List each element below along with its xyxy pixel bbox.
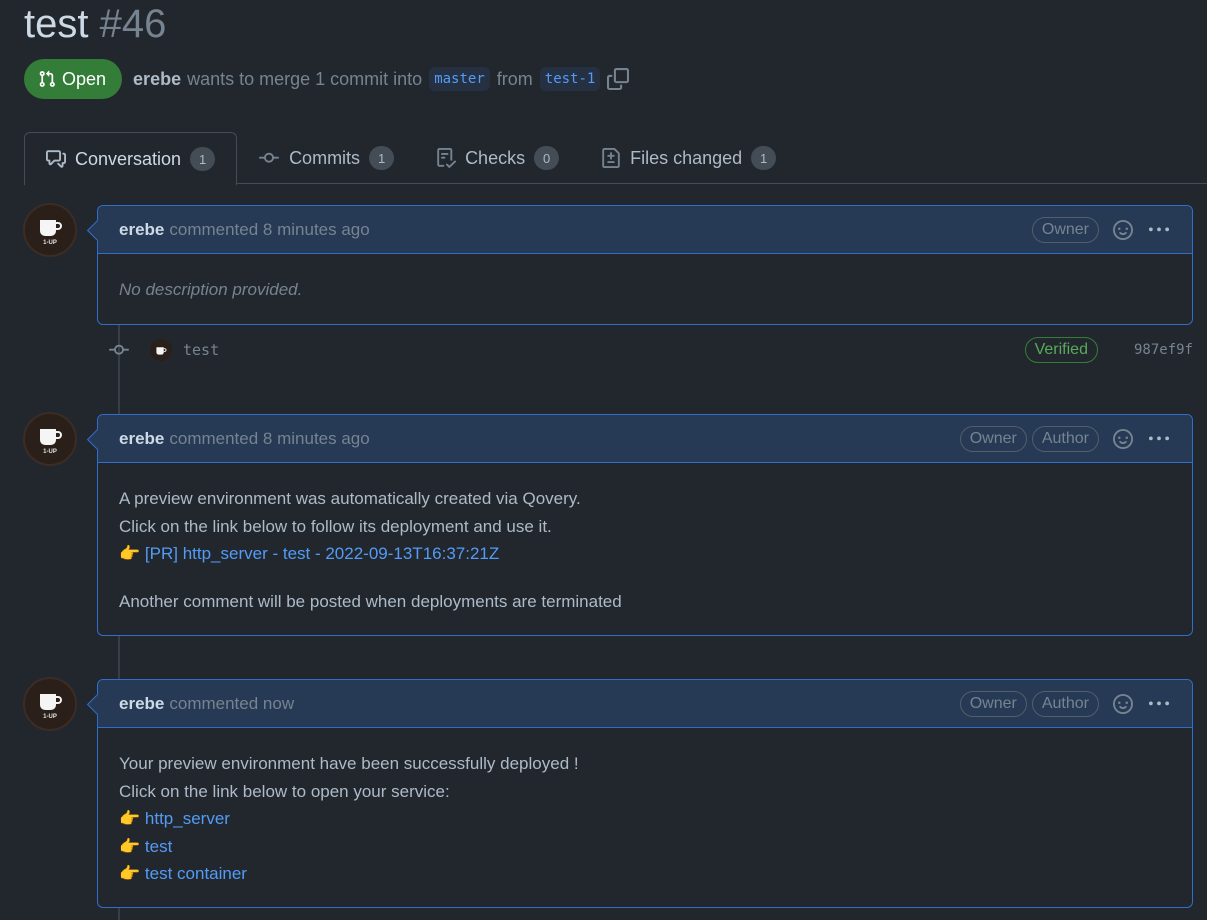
tab-counter: 0: [534, 146, 560, 170]
comment-timestamp[interactable]: commented 8 minutes ago: [169, 429, 369, 449]
author-badge: Author: [1031, 425, 1099, 452]
comment-discussion-icon: [46, 149, 66, 169]
comment-link-row: 👉 test container: [119, 860, 1171, 888]
comment-timestamp[interactable]: commented 8 minutes ago: [169, 220, 369, 240]
tab-commits[interactable]: Commits 1: [237, 132, 415, 184]
comment-header: erebe commented 8 minutes ago Owner: [98, 206, 1192, 254]
base-branch[interactable]: master: [429, 67, 490, 91]
kebab-horizontal-icon[interactable]: [1147, 429, 1171, 449]
timeline-line: [118, 908, 120, 920]
avatar[interactable]: 1-UP: [23, 203, 77, 257]
comment-author[interactable]: erebe: [119, 220, 164, 240]
comment-header: erebe commented now Owner Author: [98, 680, 1192, 728]
comment-actions: Owner: [1031, 216, 1171, 243]
tab-counter: 1: [751, 146, 777, 170]
smiley-icon[interactable]: [1113, 428, 1133, 449]
comment-body: Your preview environment have been succe…: [98, 728, 1192, 910]
commit-row: test Verified 987ef9f: [108, 336, 1193, 364]
comment-box: erebe commented 8 minutes ago Owner Auth…: [97, 414, 1193, 636]
comment-body: A preview environment was automatically …: [98, 463, 1192, 637]
pr-state-row: Open erebe wants to merge 1 commit into …: [24, 59, 630, 99]
comment-author[interactable]: erebe: [119, 429, 164, 449]
smiley-icon[interactable]: [1113, 693, 1133, 714]
comment-link-row: 👉 [PR] http_server - test - 2022-09-13T1…: [119, 540, 1171, 568]
author-badge: Author: [1031, 690, 1099, 717]
commit-author-avatar[interactable]: [150, 339, 172, 361]
comment-box: erebe commented 8 minutes ago Owner No d…: [97, 205, 1193, 325]
service-link-test-container[interactable]: test container: [145, 864, 247, 883]
commit-message[interactable]: test: [183, 341, 219, 359]
avatar[interactable]: 1-UP: [23, 412, 77, 466]
git-commit-icon: [108, 340, 130, 360]
comment-actions: Owner Author: [959, 690, 1171, 717]
pointing-hand-icon: 👉: [119, 864, 141, 883]
pointing-hand-icon: 👉: [119, 809, 141, 828]
tab-label: Commits: [289, 147, 361, 168]
tab-conversation[interactable]: Conversation 1: [24, 132, 238, 185]
timeline-line: [118, 636, 120, 680]
avatar[interactable]: 1-UP: [23, 677, 77, 731]
file-diff-icon: [601, 148, 621, 168]
comment-header: erebe commented 8 minutes ago Owner Auth…: [98, 415, 1192, 463]
pr-number: #46: [99, 2, 167, 46]
tab-counter: 1: [369, 146, 395, 170]
comment-actions: Owner Author: [959, 425, 1171, 452]
pr-author-link[interactable]: erebe: [133, 69, 181, 90]
owner-badge: Owner: [959, 425, 1027, 452]
kebab-horizontal-icon[interactable]: [1147, 694, 1171, 714]
open-state-badge: Open: [24, 59, 123, 99]
service-link-test[interactable]: test: [145, 837, 172, 856]
comment-box: erebe commented now Owner Author Your pr…: [97, 679, 1193, 908]
comment-link-row: 👉 http_server: [119, 805, 1171, 833]
avatar-label: 1-UP: [43, 448, 57, 455]
git-commit-icon: [258, 148, 280, 168]
merge-text: wants to merge 1 commit into: [187, 68, 423, 89]
head-branch[interactable]: test-1: [539, 67, 601, 91]
checklist-icon: [436, 148, 457, 168]
pr-tabs: Conversation 1 Commits 1 Checks 0 Files …: [24, 132, 1207, 185]
tab-label: Checks: [465, 147, 526, 168]
pr-title: test #46: [24, 2, 166, 46]
owner-badge: Owner: [1031, 216, 1099, 243]
copy-icon[interactable]: [607, 68, 630, 90]
owner-badge: Owner: [959, 690, 1027, 717]
preview-environment-link[interactable]: [PR] http_server - test - 2022-09-13T16:…: [145, 544, 499, 563]
smiley-icon[interactable]: [1113, 219, 1133, 240]
avatar-label: 1-UP: [43, 239, 57, 246]
tab-label: Files changed: [630, 147, 743, 168]
from-text: from: [496, 68, 533, 89]
service-link-http-server[interactable]: http_server: [145, 809, 230, 828]
merge-description: erebe wants to merge 1 commit into maste…: [133, 67, 630, 91]
pr-title-text: test: [24, 2, 89, 46]
comment-line: Another comment will be posted when depl…: [119, 591, 622, 611]
comment-line: Click on the link below to open your ser…: [119, 781, 450, 801]
comment-line: A preview environment was automatically …: [119, 489, 581, 508]
tab-files-changed[interactable]: Files changed 1: [580, 132, 797, 184]
tab-checks[interactable]: Checks 0: [415, 132, 580, 184]
pointing-hand-icon: 👉: [119, 544, 141, 563]
comment-line: Your preview environment have been succe…: [119, 754, 579, 773]
comment-body: No description provided.: [98, 254, 1192, 326]
avatar-label: 1-UP: [43, 713, 57, 720]
tab-label: Conversation: [75, 148, 182, 169]
comment-timestamp[interactable]: commented now: [169, 694, 294, 714]
git-pull-request-icon: [38, 70, 56, 88]
pointing-hand-icon: 👉: [119, 836, 141, 856]
comment-line: Click on the link below to follow its de…: [119, 516, 552, 536]
verified-badge[interactable]: Verified: [1024, 337, 1098, 363]
state-label: Open: [62, 68, 107, 89]
tab-counter: 1: [190, 147, 216, 171]
comment-author[interactable]: erebe: [119, 694, 164, 714]
comment-link-row: 👉 test: [119, 833, 1171, 861]
kebab-horizontal-icon[interactable]: [1147, 220, 1171, 240]
no-description-text: No description provided.: [119, 280, 303, 299]
commit-sha[interactable]: 987ef9f: [1134, 342, 1193, 358]
